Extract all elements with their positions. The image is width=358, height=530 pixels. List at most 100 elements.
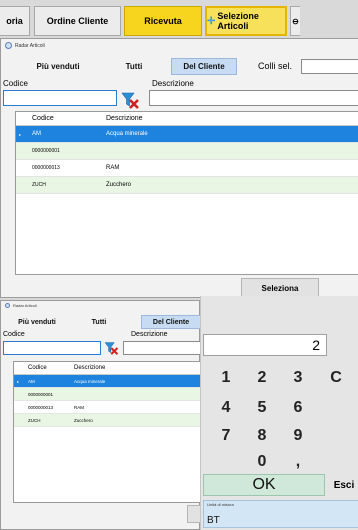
articoli-table-back: Codice Descrizione ▸ AM Acqua minerale 0… xyxy=(13,361,201,503)
window-title: Radar Articoli xyxy=(5,42,45,49)
clear-filter-back-icon[interactable] xyxy=(104,341,120,355)
row-descrizione: RAM xyxy=(106,165,120,171)
key-5-label: 5 xyxy=(257,399,267,416)
funnel-clear-icon xyxy=(121,92,139,109)
row-descrizione: Acqua minerale xyxy=(74,378,106,384)
key-7[interactable]: 7 xyxy=(211,424,241,448)
tab-del-cliente[interactable]: Del Cliente xyxy=(171,58,237,75)
descrizione-filter-back-label: Descrizione xyxy=(131,331,168,338)
row-descrizione: Acqua minerale xyxy=(106,131,148,137)
toolbar-ricevuta-button[interactable]: Ricevuta xyxy=(124,6,202,36)
ok-button-label: OK xyxy=(252,476,276,493)
key-0[interactable]: 0 xyxy=(247,450,277,474)
colli-sel-label: Colli sel. xyxy=(258,61,293,71)
key-3[interactable]: 3 xyxy=(283,366,313,390)
key-1-label: 1 xyxy=(221,369,231,386)
keypad-display-value: 2 xyxy=(312,337,320,353)
esci-button-label: Esci xyxy=(333,479,355,491)
row-codice: 0000000001 xyxy=(28,391,54,397)
toolbar-selezione-articoli-button[interactable]: ✛ Selezione Articoli xyxy=(205,6,287,36)
table-row[interactable]: ▸ AM Acqua minerale xyxy=(16,126,358,143)
row-selector-icon: ▸ xyxy=(19,131,22,137)
window-title-back-text: Radar Articoli xyxy=(13,303,37,308)
key-3-label: 3 xyxy=(293,369,303,386)
ok-button[interactable]: OK xyxy=(203,474,325,496)
clear-filter-icon[interactable] xyxy=(121,91,141,109)
row-codice: AM xyxy=(32,131,41,137)
column-header-descrizione: Descrizione xyxy=(74,365,106,371)
key-4-label: 4 xyxy=(221,399,231,416)
key-9[interactable]: 9 xyxy=(283,424,313,448)
articoli-table: Codice Descrizione ▸ AM Acqua minerale 0… xyxy=(15,111,358,275)
funnel-clear-icon xyxy=(104,342,119,355)
row-codice: ZUCH xyxy=(28,417,41,423)
column-header-descrizione: Descrizione xyxy=(106,115,143,122)
key-comma-label: , xyxy=(295,453,301,470)
tab-del-cliente-back-label: Del Cliente xyxy=(152,318,190,326)
key-5[interactable]: 5 xyxy=(247,396,277,420)
table-row[interactable]: ▸ AM Acqua minerale xyxy=(14,375,201,388)
toolbar-item-partial[interactable]: oria xyxy=(0,6,30,36)
tab-del-cliente-label: Del Cliente xyxy=(183,62,225,71)
descrizione-filter-input[interactable] xyxy=(149,90,358,106)
key-clear[interactable]: C xyxy=(321,366,351,390)
radar-articoli-window: Radar Articoli Più venduti Tutti Del Cli… xyxy=(0,38,358,298)
table-row[interactable]: 0000000013 RAM xyxy=(16,160,358,177)
screen: oria Ordine Cliente Ricevuta ✛ Selezione… xyxy=(0,0,358,530)
radar-icon xyxy=(5,42,12,49)
plus-icon: ✛ xyxy=(207,15,216,27)
seleziona-button-back[interactable] xyxy=(187,505,201,523)
tab-del-cliente-back[interactable]: Del Cliente xyxy=(141,315,201,329)
tab-piu-venduti-back[interactable]: Più venduti xyxy=(9,315,65,329)
tab-tutti-back[interactable]: Tutti xyxy=(69,315,129,329)
key-2[interactable]: 2 xyxy=(247,366,277,390)
window-title-text: Radar Articoli xyxy=(15,42,45,49)
codice-filter-input[interactable] xyxy=(3,90,117,106)
key-8[interactable]: 8 xyxy=(247,424,277,448)
key-1[interactable]: 1 xyxy=(211,366,241,390)
unita-misura-label: Unità di misura xyxy=(207,502,234,507)
row-codice: 0000000013 xyxy=(32,165,60,171)
table-row[interactable]: ZUCH Zucchero xyxy=(16,177,358,194)
tab-piu-venduti-label: Più venduti xyxy=(36,62,80,71)
colli-sel-input[interactable] xyxy=(301,59,358,74)
toolbar-ordine-cliente-button[interactable]: Ordine Cliente xyxy=(34,6,121,36)
row-codice: ZUCH xyxy=(32,182,46,188)
table-row[interactable]: ZUCH Zucchero xyxy=(14,414,201,427)
descrizione-filter-back-input[interactable] xyxy=(123,341,201,355)
key-8-label: 8 xyxy=(257,427,267,444)
seleziona-button[interactable]: Seleziona xyxy=(241,278,319,298)
key-comma[interactable]: , xyxy=(283,450,313,474)
column-header-codice: Codice xyxy=(28,365,47,371)
codice-filter-label: Codice xyxy=(3,79,28,88)
key-clear-label: C xyxy=(330,369,342,386)
keypad-display[interactable]: 2 xyxy=(203,334,327,356)
tab-piu-venduti[interactable]: Più venduti xyxy=(15,58,101,75)
column-header-codice: Codice xyxy=(32,115,54,122)
numeric-keypad: 2 1 2 3 C 4 5 6 7 8 9 0 , OK Esci Unità … xyxy=(200,296,358,530)
key-0-label: 0 xyxy=(257,453,267,470)
table-row[interactable]: 0000000001 xyxy=(14,388,201,401)
key-9-label: 9 xyxy=(293,427,303,444)
window-title-back: Radar Articoli xyxy=(5,303,37,308)
tab-tutti-back-label: Tutti xyxy=(91,318,107,326)
toolbar-item-more[interactable]: ⊖ xyxy=(290,6,300,36)
seleziona-button-label: Seleziona xyxy=(261,283,299,293)
tab-tutti-label: Tutti xyxy=(125,62,143,71)
table-row[interactable]: 0000000013 RAM xyxy=(14,401,201,414)
row-descrizione: Zucchero xyxy=(74,417,93,423)
table-row[interactable]: 0000000001 xyxy=(16,143,358,160)
row-descrizione: Zucchero xyxy=(106,182,132,188)
unita-misura-field[interactable]: Unità di misura BT xyxy=(203,500,358,528)
row-codice: 0000000001 xyxy=(32,148,60,154)
descrizione-filter-label: Descrizione xyxy=(152,79,194,88)
tab-tutti[interactable]: Tutti xyxy=(101,58,167,75)
esci-button[interactable]: Esci xyxy=(329,474,358,496)
radar-icon xyxy=(5,303,10,308)
row-codice: AM xyxy=(28,378,35,384)
toolbar-item-partial-label: oria xyxy=(6,16,23,26)
tab-piu-venduti-back-label: Più venduti xyxy=(18,318,56,326)
key-4[interactable]: 4 xyxy=(211,396,241,420)
key-6[interactable]: 6 xyxy=(283,396,313,420)
codice-filter-back-input[interactable] xyxy=(3,341,101,355)
